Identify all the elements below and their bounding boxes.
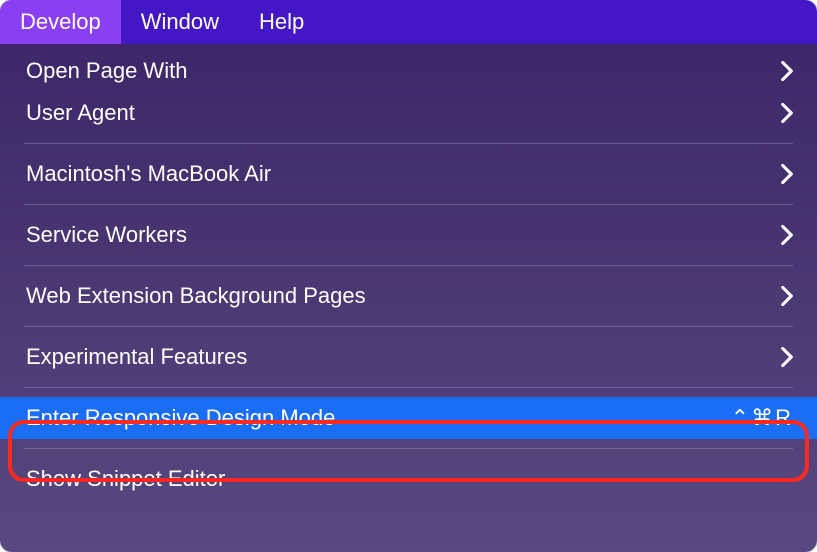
menu-item-user-agent[interactable]: User Agent	[0, 92, 817, 134]
menu-separator	[24, 448, 793, 449]
chevron-right-icon	[781, 286, 793, 306]
develop-dropdown: Open Page With User Agent Macintosh's Ma…	[0, 44, 817, 552]
menu-separator	[24, 204, 793, 205]
menu-item-label: Service Workers	[26, 222, 187, 248]
menu-item-label: Experimental Features	[26, 344, 247, 370]
chevron-right-icon	[781, 164, 793, 184]
menubar-label: Develop	[20, 9, 101, 35]
menu-item-label: Open Page With	[26, 58, 187, 84]
menu-item-open-page-with[interactable]: Open Page With	[0, 50, 817, 92]
menubar-label: Window	[141, 9, 219, 35]
menubar-item-window[interactable]: Window	[121, 0, 239, 44]
menu-item-label: Enter Responsive Design Mode	[26, 405, 335, 431]
menu-item-label: Macintosh's MacBook Air	[26, 161, 271, 187]
menu-item-service-workers[interactable]: Service Workers	[0, 214, 817, 256]
menu-separator	[24, 265, 793, 266]
menu-item-shortcut: ⌃⌘R	[731, 405, 793, 431]
chevron-right-icon	[781, 347, 793, 367]
menu-item-device[interactable]: Macintosh's MacBook Air	[0, 153, 817, 195]
menu-item-web-extension-bg[interactable]: Web Extension Background Pages	[0, 275, 817, 317]
app-window: Develop Window Help Open Page With User …	[0, 0, 817, 552]
menu-item-show-snippet-editor[interactable]: Show Snippet Editor	[0, 458, 817, 500]
menubar-item-help[interactable]: Help	[239, 0, 324, 44]
menu-item-label: Show Snippet Editor	[26, 466, 225, 492]
menu-item-label: User Agent	[26, 100, 135, 126]
chevron-right-icon	[781, 61, 793, 81]
menubar-label: Help	[259, 9, 304, 35]
menu-item-experimental-features[interactable]: Experimental Features	[0, 336, 817, 378]
menubar: Develop Window Help	[0, 0, 817, 44]
menu-separator	[24, 326, 793, 327]
menu-separator	[24, 387, 793, 388]
menu-item-label: Web Extension Background Pages	[26, 283, 366, 309]
menu-separator	[24, 143, 793, 144]
chevron-right-icon	[781, 103, 793, 123]
menubar-item-develop[interactable]: Develop	[0, 0, 121, 44]
menu-item-responsive-design-mode[interactable]: Enter Responsive Design Mode ⌃⌘R	[0, 397, 817, 439]
chevron-right-icon	[781, 225, 793, 245]
